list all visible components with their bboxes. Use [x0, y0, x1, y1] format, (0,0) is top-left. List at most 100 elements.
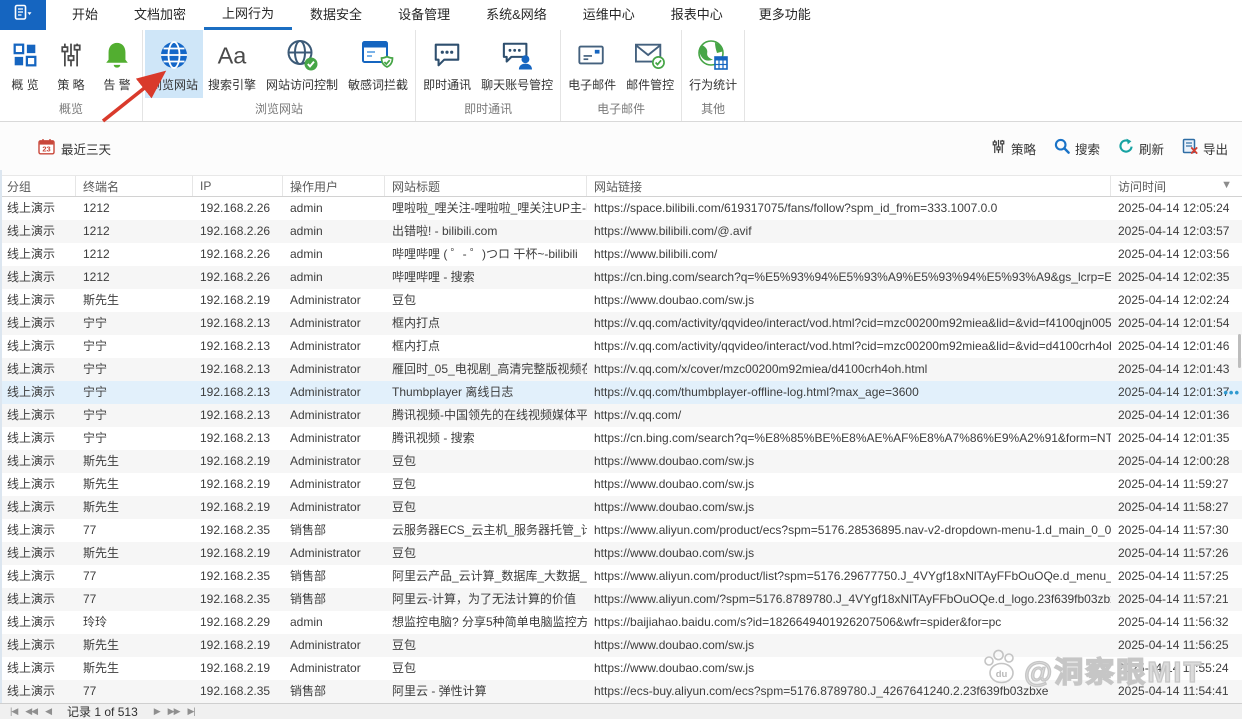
menu-tab-more-features[interactable]: 更多功能: [741, 0, 829, 30]
pager-last-button[interactable]: ▶|: [188, 706, 195, 717]
column-header-terminal[interactable]: 终端名: [76, 176, 193, 196]
menu-tab-system-network[interactable]: 系统&网络: [468, 0, 565, 30]
pager-first-button[interactable]: |◀: [10, 706, 17, 717]
cell-user: admin: [283, 611, 385, 634]
ribbon-group-label: 即时通讯: [418, 98, 558, 121]
sliders-icon: [991, 139, 1006, 159]
cell-url: https://www.bilibili.com/: [587, 243, 1111, 266]
ribbon-button-instant-messaging[interactable]: 即时通讯: [418, 30, 476, 98]
menu-tab-device-management[interactable]: 设备管理: [380, 0, 468, 30]
cell-ip: 192.168.2.35: [193, 565, 283, 588]
cell-time: 2025-04-14 12:05:24: [1111, 197, 1242, 220]
cell-ip: 192.168.2.13: [193, 335, 283, 358]
export-button[interactable]: 导出: [1182, 138, 1228, 159]
cell-group: 线上演示: [0, 634, 76, 657]
menu-tab-document-encryption[interactable]: 文档加密: [116, 0, 204, 30]
row-actions-dots[interactable]: •••: [1223, 381, 1240, 404]
table-row[interactable]: 线上演示宁宁192.168.2.13Administrator雁回时_05_电视…: [0, 358, 1242, 381]
table-row[interactable]: 线上演示77192.168.2.35销售部阿里云 - 弹性计算https://e…: [0, 680, 1242, 703]
table-row[interactable]: 线上演示斯先生192.168.2.19Administrator豆包https:…: [0, 657, 1242, 680]
cell-terminal: 77: [76, 565, 193, 588]
cell-terminal: 宁宁: [76, 312, 193, 335]
table-row[interactable]: 线上演示斯先生192.168.2.19Administrator豆包https:…: [0, 450, 1242, 473]
ribbon-button-sensitive-word-block[interactable]: 敏感词拦截: [343, 30, 413, 98]
policy-button[interactable]: 策略: [991, 139, 1036, 159]
column-header-ip[interactable]: IP: [193, 176, 283, 196]
table-row[interactable]: 线上演示1212192.168.2.26admin哔哩哔哩 ( ゜- ゜)つロ …: [0, 243, 1242, 266]
cell-user: Administrator: [283, 335, 385, 358]
cell-ip: 192.168.2.26: [193, 220, 283, 243]
refresh-button[interactable]: 刷新: [1118, 138, 1164, 159]
cell-time: 2025-04-14 12:01:43: [1111, 358, 1242, 381]
menu-tab-start[interactable]: 开始: [54, 0, 116, 30]
cell-title: 豆包: [385, 542, 587, 565]
menu-tab-data-security[interactable]: 数据安全: [292, 0, 380, 30]
table-row[interactable]: 线上演示斯先生192.168.2.19Administrator豆包https:…: [0, 496, 1242, 519]
cell-group: 线上演示: [0, 657, 76, 680]
table-row[interactable]: 线上演示77192.168.2.35销售部阿里云产品_云计算_数据库_大数据_人…: [0, 565, 1242, 588]
ribbon-button-overview[interactable]: 概 览: [2, 30, 48, 98]
cell-user: 销售部: [283, 519, 385, 542]
ribbon-button-chat-account-control[interactable]: 聊天账号管控: [476, 30, 558, 98]
ribbon-button-email[interactable]: 电子邮件: [563, 30, 621, 98]
table-row[interactable]: 线上演示宁宁192.168.2.13Administrator框内打点https…: [0, 335, 1242, 358]
table-row[interactable]: 线上演示77192.168.2.35销售部云服务器ECS_云主机_服务器托管_计…: [0, 519, 1242, 542]
search-button[interactable]: 搜索: [1054, 138, 1100, 159]
column-header-url[interactable]: 网站链接: [587, 176, 1111, 196]
app-menu-button[interactable]: [0, 0, 46, 30]
ribbon-button-browse-websites[interactable]: 浏览网站: [145, 30, 203, 98]
svg-text:Aa: Aa: [218, 42, 248, 68]
ribbon-button-search-engines[interactable]: Aa 搜索引擎: [203, 30, 261, 98]
pager-prev-page-button[interactable]: ◀◀: [25, 706, 37, 717]
cell-url: https://cn.bing.com/search?q=%E5%93%94%E…: [587, 266, 1111, 289]
ribbon-button-behavior-statistics[interactable]: 行为统计: [684, 30, 742, 98]
status-bar: |◀ ◀◀ ◀ 记录 1 of 513 ▶ ▶▶ ▶|: [0, 703, 1242, 719]
cell-terminal: 宁宁: [76, 427, 193, 450]
cell-title: 豆包: [385, 657, 587, 680]
column-header-label: 终端名: [83, 178, 119, 195]
table-row[interactable]: 线上演示斯先生192.168.2.19Administrator豆包https:…: [0, 634, 1242, 657]
cell-terminal: 斯先生: [76, 496, 193, 519]
table-row[interactable]: 线上演示斯先生192.168.2.19Administrator豆包https:…: [0, 289, 1242, 312]
email-icon: [576, 35, 608, 75]
menu-tab-internet-behavior[interactable]: 上网行为: [204, 0, 292, 30]
cell-ip: 192.168.2.13: [193, 427, 283, 450]
filter-dropdown-icon[interactable]: ▼: [1221, 179, 1232, 191]
table-row[interactable]: 线上演示玲玲192.168.2.29admin想监控电脑? 分享5种简单电脑监控…: [0, 611, 1242, 634]
table-row[interactable]: 线上演示宁宁192.168.2.13Administrator腾讯视频-中国领先…: [0, 404, 1242, 427]
cell-user: admin: [283, 243, 385, 266]
cell-group: 线上演示: [0, 542, 76, 565]
table-row[interactable]: 线上演示斯先生192.168.2.19Administrator豆包https:…: [0, 473, 1242, 496]
cell-url: https://www.doubao.com/sw.js: [587, 289, 1111, 312]
ribbon-button-alerts[interactable]: 告 警: [94, 30, 140, 98]
ribbon-button-email-control[interactable]: 邮件管控: [621, 30, 679, 98]
table-row[interactable]: 线上演示1212192.168.2.26admin出错啦! - bilibili…: [0, 220, 1242, 243]
cell-terminal: 斯先生: [76, 634, 193, 657]
table-row[interactable]: 线上演示1212192.168.2.26admin哩啦啦_哩关注-哩啦啦_哩关注…: [0, 197, 1242, 220]
cell-terminal: 斯先生: [76, 542, 193, 565]
table-row[interactable]: 线上演示1212192.168.2.26admin哔哩哔哩 - 搜索https:…: [0, 266, 1242, 289]
cell-title: 豆包: [385, 634, 587, 657]
table-row[interactable]: 线上演示宁宁192.168.2.13AdministratorThumbplay…: [0, 381, 1242, 404]
pager-next-page-button[interactable]: ▶▶: [168, 706, 180, 717]
table-row[interactable]: 线上演示77192.168.2.35销售部阿里云-计算，为了无法计算的价值htt…: [0, 588, 1242, 611]
ribbon-group-buttons: 即时通讯聊天账号管控: [418, 30, 558, 98]
pager-next-button[interactable]: ▶: [154, 706, 160, 717]
vertical-scrollbar-thumb[interactable]: [1238, 334, 1241, 368]
column-header-time[interactable]: 访问时间▼: [1111, 176, 1242, 196]
cell-ip: 192.168.2.35: [193, 519, 283, 542]
ribbon-button-policy[interactable]: 策 略: [48, 30, 94, 98]
table-row[interactable]: 线上演示斯先生192.168.2.19Administrator豆包https:…: [0, 542, 1242, 565]
ribbon-button-label: 搜索引擎: [208, 76, 256, 93]
ribbon-button-website-access-control[interactable]: 网站访问控制: [261, 30, 343, 98]
menu-tab-ops-center[interactable]: 运维中心: [565, 0, 653, 30]
cell-title: 豆包: [385, 496, 587, 519]
column-header-title[interactable]: 网站标题: [385, 176, 587, 196]
column-header-group[interactable]: 分组: [0, 176, 76, 196]
menu-tab-report-center[interactable]: 报表中心: [653, 0, 741, 30]
column-header-user[interactable]: 操作用户: [283, 176, 385, 196]
date-range-filter[interactable]: 23 最近三天: [38, 138, 111, 160]
table-row[interactable]: 线上演示宁宁192.168.2.13Administrator腾讯视频 - 搜索…: [0, 427, 1242, 450]
table-row[interactable]: 线上演示宁宁192.168.2.13Administrator框内打点https…: [0, 312, 1242, 335]
pager-prev-button[interactable]: ◀: [45, 706, 51, 717]
